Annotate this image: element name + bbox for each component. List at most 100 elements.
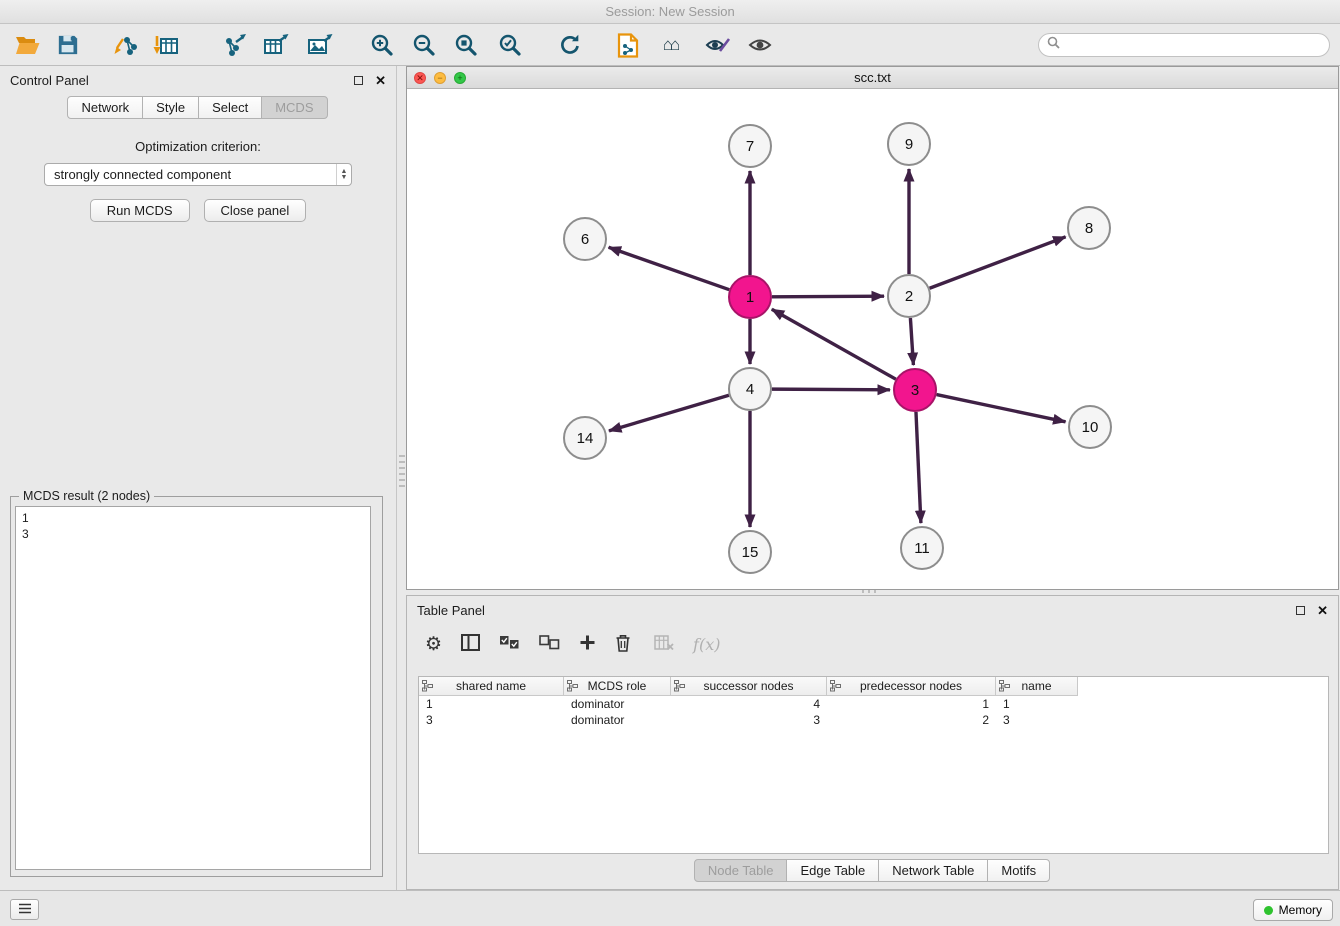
close-window-icon[interactable]: ✕	[414, 72, 426, 84]
graph-node-6[interactable]: 6	[564, 218, 606, 260]
import-table-button[interactable]	[150, 29, 182, 61]
search-box[interactable]	[1038, 33, 1330, 57]
graph-edge-4-3[interactable]	[772, 389, 890, 390]
svg-text:8: 8	[1085, 220, 1093, 237]
graph-edge-1-6[interactable]	[609, 247, 730, 289]
graph-edge-3-1[interactable]	[772, 309, 896, 379]
task-history-button[interactable]	[10, 899, 39, 920]
column-header-shared-name[interactable]: shared name	[419, 677, 564, 696]
export-network-icon	[221, 33, 247, 57]
main-toolbar: ⌂⌂	[0, 25, 1340, 66]
tab-network-table[interactable]: Network Table	[878, 859, 988, 882]
table-cell[interactable]: 4	[671, 696, 827, 712]
tab-node-table[interactable]: Node Table	[694, 859, 788, 882]
export-network-button[interactable]	[218, 29, 250, 61]
tab-mcds[interactable]: MCDS	[261, 96, 327, 119]
graph-node-11[interactable]: 11	[901, 527, 943, 569]
export-table-button[interactable]	[260, 29, 292, 61]
tab-style[interactable]: Style	[142, 96, 199, 119]
memory-button[interactable]: Memory	[1253, 899, 1333, 921]
open-file-button[interactable]	[12, 29, 44, 61]
graph-node-15[interactable]: 15	[729, 531, 771, 573]
zoom-selection-button[interactable]	[494, 29, 526, 61]
close-panel-icon[interactable]: ✕	[375, 74, 386, 87]
column-layout-button[interactable]	[461, 634, 480, 654]
search-input[interactable]	[1065, 38, 1321, 53]
close-panel-button[interactable]: Close panel	[204, 199, 307, 222]
close-table-panel-icon[interactable]: ✕	[1317, 604, 1328, 617]
table-cell[interactable]: 1	[996, 696, 1078, 712]
gear-icon: ⚙	[425, 633, 442, 656]
criterion-select[interactable]: strongly connected component ▲▼	[44, 163, 352, 186]
column-header-name[interactable]: name	[996, 677, 1078, 696]
graph-node-9[interactable]: 9	[888, 123, 930, 165]
sort-icon	[830, 680, 841, 695]
add-column-button[interactable]	[579, 634, 596, 654]
table-settings-button[interactable]: ⚙	[425, 633, 442, 656]
refresh-view-button[interactable]	[554, 29, 586, 61]
graph-node-2[interactable]: 2	[888, 275, 930, 317]
table-cell[interactable]: 3	[996, 712, 1078, 728]
function-builder-button[interactable]: f(x)	[693, 635, 720, 654]
graph-edge-3-10[interactable]	[937, 395, 1066, 422]
float-panel-icon[interactable]	[354, 76, 363, 85]
export-image-button[interactable]	[304, 29, 336, 61]
graph-edge-2-3[interactable]	[910, 318, 913, 365]
import-network-button[interactable]	[110, 29, 142, 61]
zoom-in-button[interactable]	[366, 29, 398, 61]
export-table-icon	[263, 33, 289, 57]
run-mcds-button[interactable]: Run MCDS	[90, 199, 190, 222]
tab-select[interactable]: Select	[198, 96, 262, 119]
graph-node-3[interactable]: 3	[894, 369, 936, 411]
zoom-out-icon	[412, 33, 436, 57]
maximize-window-icon[interactable]: +	[454, 72, 466, 84]
network-canvas[interactable]: 7 9 6 8 1 2 4 3 14 10 15 11	[407, 89, 1338, 590]
delete-table-button[interactable]	[654, 635, 674, 653]
zoom-fit-icon	[454, 33, 478, 57]
column-header-predecessor-nodes[interactable]: predecessor nodes	[827, 677, 996, 696]
graph-node-10[interactable]: 10	[1069, 406, 1111, 448]
export-web-button[interactable]	[612, 29, 644, 61]
graph-node-1[interactable]: 1	[729, 276, 771, 318]
graph-node-7[interactable]: 7	[729, 125, 771, 167]
float-table-panel-icon[interactable]	[1296, 606, 1305, 615]
select-all-rows-button[interactable]	[499, 635, 520, 653]
deselect-all-rows-button[interactable]	[539, 635, 560, 653]
table-row[interactable]: 1dominator411	[419, 696, 1328, 712]
table-cell[interactable]: 1	[827, 696, 996, 712]
column-header-MCDS-role[interactable]: MCDS role	[564, 677, 671, 696]
table-row[interactable]: 3dominator323	[419, 712, 1328, 728]
folder-open-icon	[15, 34, 41, 56]
toggle-visibility-button[interactable]	[744, 29, 776, 61]
style-preview-button[interactable]	[702, 29, 734, 61]
table-cell[interactable]: dominator	[564, 712, 671, 728]
delete-column-button[interactable]	[615, 634, 631, 655]
graph-edge-4-14[interactable]	[609, 395, 729, 431]
zoom-out-button[interactable]	[408, 29, 440, 61]
column-header-successor-nodes[interactable]: successor nodes	[671, 677, 827, 696]
mcds-result-text[interactable]: 1 3	[15, 506, 371, 870]
tab-network[interactable]: Network	[67, 96, 143, 119]
table-cell[interactable]: 3	[419, 712, 564, 728]
save-session-button[interactable]	[52, 29, 84, 61]
mcds-result-line: 1	[22, 510, 364, 526]
table-cell[interactable]: 1	[419, 696, 564, 712]
graph-edge-3-11[interactable]	[916, 412, 921, 523]
graph-node-4[interactable]: 4	[729, 368, 771, 410]
graph-edge-1-2[interactable]	[772, 296, 884, 297]
table-cell[interactable]: dominator	[564, 696, 671, 712]
zoom-fit-button[interactable]	[450, 29, 482, 61]
vertical-splitter[interactable]	[399, 455, 405, 487]
tab-edge-table[interactable]: Edge Table	[786, 859, 879, 882]
table-cell[interactable]: 3	[671, 712, 827, 728]
table-cell[interactable]: 2	[827, 712, 996, 728]
tab-motifs[interactable]: Motifs	[987, 859, 1050, 882]
node-table: shared nameMCDS rolesuccessor nodesprede…	[418, 676, 1329, 854]
graph-edge-2-8[interactable]	[930, 237, 1066, 288]
traffic-lights: ✕ − +	[414, 72, 466, 84]
graph-node-8[interactable]: 8	[1068, 207, 1110, 249]
minimize-window-icon[interactable]: −	[434, 72, 446, 84]
table-toolbar: ⚙ f(x)	[407, 626, 1338, 662]
graph-node-14[interactable]: 14	[564, 417, 606, 459]
ndex-browse-button[interactable]: ⌂⌂	[650, 29, 690, 61]
